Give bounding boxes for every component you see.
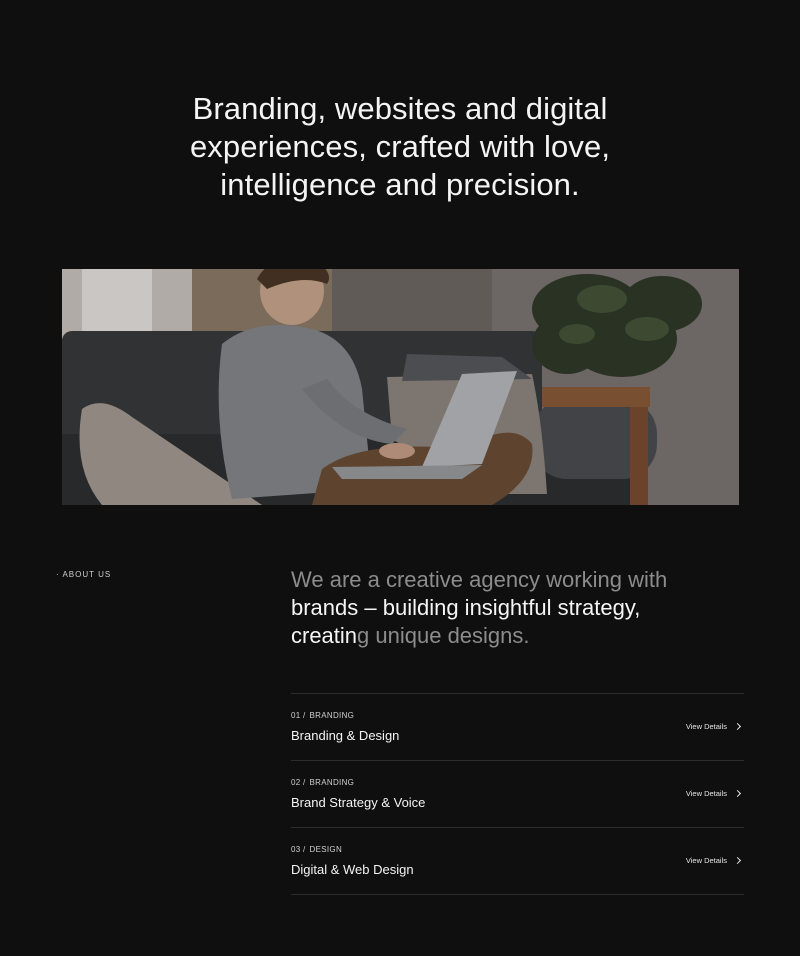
chevron-right-icon <box>733 789 742 798</box>
chevron-right-icon <box>733 856 742 865</box>
about-intro: We are a creative agency working with br… <box>291 566 751 650</box>
service-name: Digital & Web Design <box>291 862 414 877</box>
service-item[interactable]: 01 /BRANDING Branding & Design View Deta… <box>291 694 744 761</box>
intro-bright-text: brands – building insightful strategy, <box>291 595 641 620</box>
services-list: 01 /BRANDING Branding & Design View Deta… <box>291 693 744 895</box>
service-category: BRANDING <box>309 778 355 787</box>
view-details-label: View Details <box>685 722 727 731</box>
chevron-right-icon <box>733 722 742 731</box>
hero-title-line: intelligence and precision. <box>220 167 580 202</box>
service-meta: 01 /BRANDING <box>291 711 354 720</box>
view-details-label: View Details <box>685 789 727 798</box>
hero-image <box>62 269 739 505</box>
service-meta: 02 /BRANDING <box>291 778 354 787</box>
service-number: 02 / <box>291 778 306 787</box>
about-us-label: · ABOUT US <box>56 570 112 579</box>
service-number: 01 / <box>291 711 306 720</box>
hero-title-line: experiences, crafted with love, <box>189 129 611 164</box>
service-item[interactable]: 03 /DESIGN Digital & Web Design View Det… <box>291 828 744 895</box>
service-name: Branding & Design <box>291 728 400 743</box>
intro-dim-text: g unique designs. <box>357 623 530 648</box>
view-details-link[interactable]: View Details <box>685 856 742 865</box>
view-details-link[interactable]: View Details <box>685 722 742 731</box>
service-category: DESIGN <box>309 845 343 854</box>
view-details-label: View Details <box>685 856 727 865</box>
hero-photo-illustration <box>62 269 739 505</box>
view-details-link[interactable]: View Details <box>685 789 742 798</box>
service-meta: 03 /DESIGN <box>291 845 342 854</box>
service-number: 03 / <box>291 845 306 854</box>
service-category: BRANDING <box>309 711 355 720</box>
service-item[interactable]: 02 /BRANDING Brand Strategy & Voice View… <box>291 761 744 828</box>
service-name: Brand Strategy & Voice <box>291 795 426 810</box>
intro-dim-text: We are a creative agency working with <box>291 567 668 592</box>
hero-title-line: Branding, websites and digital <box>192 91 608 126</box>
hero-title: Branding, websites and digital experienc… <box>0 90 800 204</box>
intro-bright-text: creatin <box>291 623 358 648</box>
